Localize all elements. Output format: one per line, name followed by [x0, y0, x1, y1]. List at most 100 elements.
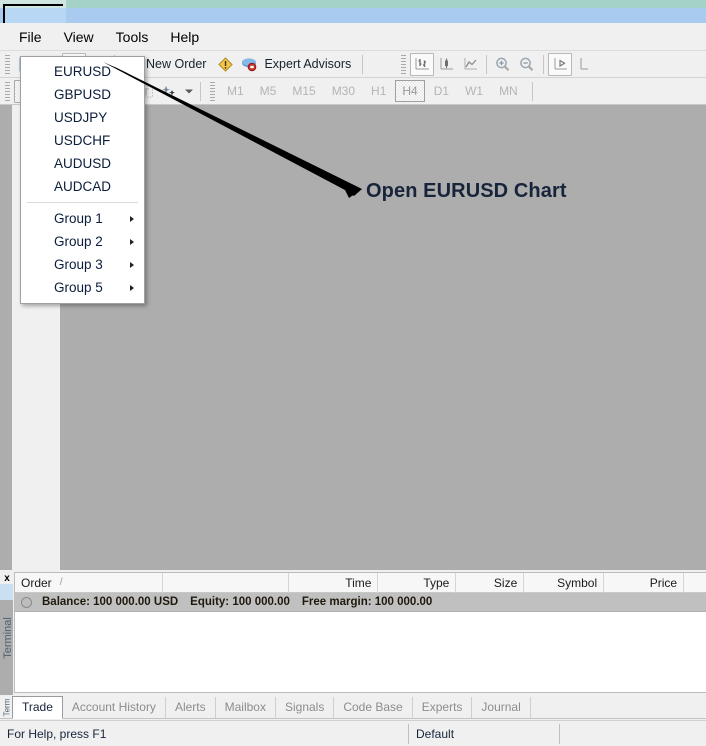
zoom-in-icon: [494, 56, 512, 73]
candlestick-chart-icon: [438, 56, 455, 72]
zoom-out-button[interactable]: [515, 53, 539, 76]
column-header-end[interactable]: [684, 573, 706, 593]
tab-signals[interactable]: Signals: [276, 697, 334, 718]
titlebar[interactable]: [0, 8, 706, 23]
line-chart-button[interactable]: [458, 53, 482, 76]
bar-chart-icon: [414, 56, 431, 72]
expert-advisors-label[interactable]: Expert Advisors: [261, 57, 358, 71]
toolbar-separator-4: [543, 55, 544, 74]
timeframe-h4[interactable]: H4: [395, 80, 424, 102]
terminal-content: Order / Time Type Size Symbol Price Bala…: [14, 572, 706, 693]
symbol-item-audcad[interactable]: AUDCAD: [21, 175, 144, 198]
toolbar-separator-2: [362, 55, 363, 74]
indicators-dropdown-button[interactable]: [182, 80, 196, 103]
menu-view[interactable]: View: [53, 26, 105, 48]
menu-file[interactable]: File: [8, 26, 53, 48]
submenu-arrow-icon: [130, 285, 134, 291]
timeframe-mn[interactable]: MN: [492, 80, 525, 102]
timeframe-h1[interactable]: H1: [364, 80, 393, 102]
timeframe-m5[interactable]: M5: [253, 80, 284, 102]
column-sort-indicator: /: [60, 577, 63, 588]
symbol-item-eurusd[interactable]: EURUSD: [21, 60, 144, 83]
free-margin-value: Free margin: 100 000.00: [302, 596, 432, 608]
tab-journal[interactable]: Journal: [472, 697, 530, 718]
new-order-label[interactable]: New Order: [143, 57, 213, 71]
timeframe-grip[interactable]: [208, 81, 217, 101]
symbol-group-1[interactable]: Group 1: [21, 207, 144, 230]
indicators-button[interactable]: [158, 80, 182, 103]
expert-advisors-button[interactable]: [237, 53, 261, 76]
terminal-table-header: Order / Time Type Size Symbol Price: [15, 573, 706, 593]
terminal-panel-label: Terminal: [2, 608, 14, 668]
tab-mailbox[interactable]: Mailbox: [216, 697, 276, 718]
toolbar-separator-6: [532, 82, 533, 101]
tab-trade[interactable]: Trade: [12, 696, 63, 719]
status-bar: For Help, press F1 Default: [0, 720, 706, 746]
auto-scroll-icon: [552, 56, 569, 72]
symbol-group-3[interactable]: Group 3: [21, 253, 144, 276]
terminal-tab-grip[interactable]: Term: [1, 696, 12, 718]
tab-code-base[interactable]: Code Base: [334, 697, 412, 718]
status-help-text: For Help, press F1: [0, 721, 408, 746]
symbol-item-usdchf[interactable]: USDCHF: [21, 129, 144, 152]
tab-experts[interactable]: Experts: [413, 697, 473, 718]
menu-help[interactable]: Help: [159, 26, 210, 48]
symbol-context-menu: EURUSD GBPUSD USDJPY USDCHF AUDUSD AUDCA…: [20, 56, 145, 304]
column-header-order[interactable]: Order /: [15, 573, 163, 593]
metatrader-window: File View Tools Help: [0, 0, 706, 746]
symbol-item-gbpusd[interactable]: GBPUSD: [21, 83, 144, 106]
symbol-group-5[interactable]: Group 5: [21, 276, 144, 299]
symbol-group-2[interactable]: Group 2: [21, 230, 144, 253]
balance-summary-row[interactable]: Balance: 100 000.00 USD Equity: 100 000.…: [15, 593, 706, 612]
candlestick-chart-button[interactable]: [434, 53, 458, 76]
terminal-tab-bar: Term Trade Account History Alerts Mailbo…: [0, 695, 706, 719]
auto-scroll-button[interactable]: [548, 53, 572, 76]
status-extra: [560, 721, 706, 746]
bar-chart-button[interactable]: [410, 53, 434, 76]
timeframe-w1[interactable]: W1: [458, 80, 490, 102]
timeframe-d1[interactable]: D1: [427, 80, 456, 102]
menu-tools[interactable]: Tools: [105, 26, 160, 48]
terminal-panel: x Terminal Order / Time Type Size Symbol…: [0, 570, 706, 695]
toolbar-grip[interactable]: [3, 54, 12, 74]
tab-account-history[interactable]: Account History: [63, 697, 166, 718]
titlebar-accent: [0, 0, 706, 8]
submenu-arrow-icon: [130, 262, 134, 268]
expert-advisors-icon: [240, 56, 258, 73]
zoom-out-icon: [518, 56, 536, 73]
tab-alerts[interactable]: Alerts: [166, 697, 216, 718]
status-profile[interactable]: Default: [409, 721, 559, 746]
symbol-item-audusd[interactable]: AUDUSD: [21, 152, 144, 175]
line-studies-grip[interactable]: [3, 81, 12, 101]
column-header-symbol[interactable]: Symbol: [524, 573, 604, 593]
terminal-side-strip-highlight: [0, 584, 13, 600]
column-header-time[interactable]: Time: [289, 573, 379, 593]
submenu-arrow-icon: [130, 216, 134, 222]
menu-bar: File View Tools Help: [0, 23, 706, 51]
timeframe-m30[interactable]: M30: [325, 80, 362, 102]
alert-button[interactable]: [213, 53, 237, 76]
balance-row-icon: [21, 597, 32, 608]
chart-shift-icon: [578, 56, 590, 72]
terminal-close-button[interactable]: x: [1, 572, 13, 584]
column-header-size[interactable]: Size: [456, 573, 524, 593]
annotation-label: Open EURUSD Chart: [366, 180, 567, 203]
zoom-in-button[interactable]: [491, 53, 515, 76]
equity-value: Equity: 100 000.00: [190, 596, 290, 608]
line-chart-icon: [462, 56, 479, 72]
chart-shift-button[interactable]: [572, 53, 596, 76]
chart-toolbar-grip[interactable]: [399, 54, 408, 74]
column-header-type[interactable]: Type: [378, 573, 456, 593]
timeframe-m15[interactable]: M15: [285, 80, 322, 102]
symbol-group-5-label: Group 5: [54, 280, 103, 295]
chevron-down-icon: [184, 87, 194, 95]
symbol-group-2-label: Group 2: [54, 234, 103, 249]
column-header-blank[interactable]: [163, 573, 289, 593]
column-header-price[interactable]: Price: [604, 573, 684, 593]
submenu-arrow-icon: [130, 239, 134, 245]
symbol-item-usdjpy[interactable]: USDJPY: [21, 106, 144, 129]
timeframe-m1[interactable]: M1: [220, 80, 251, 102]
menu-divider: [27, 202, 138, 203]
alert-warning-icon: [217, 56, 234, 73]
window-corner-marker: [3, 4, 63, 24]
